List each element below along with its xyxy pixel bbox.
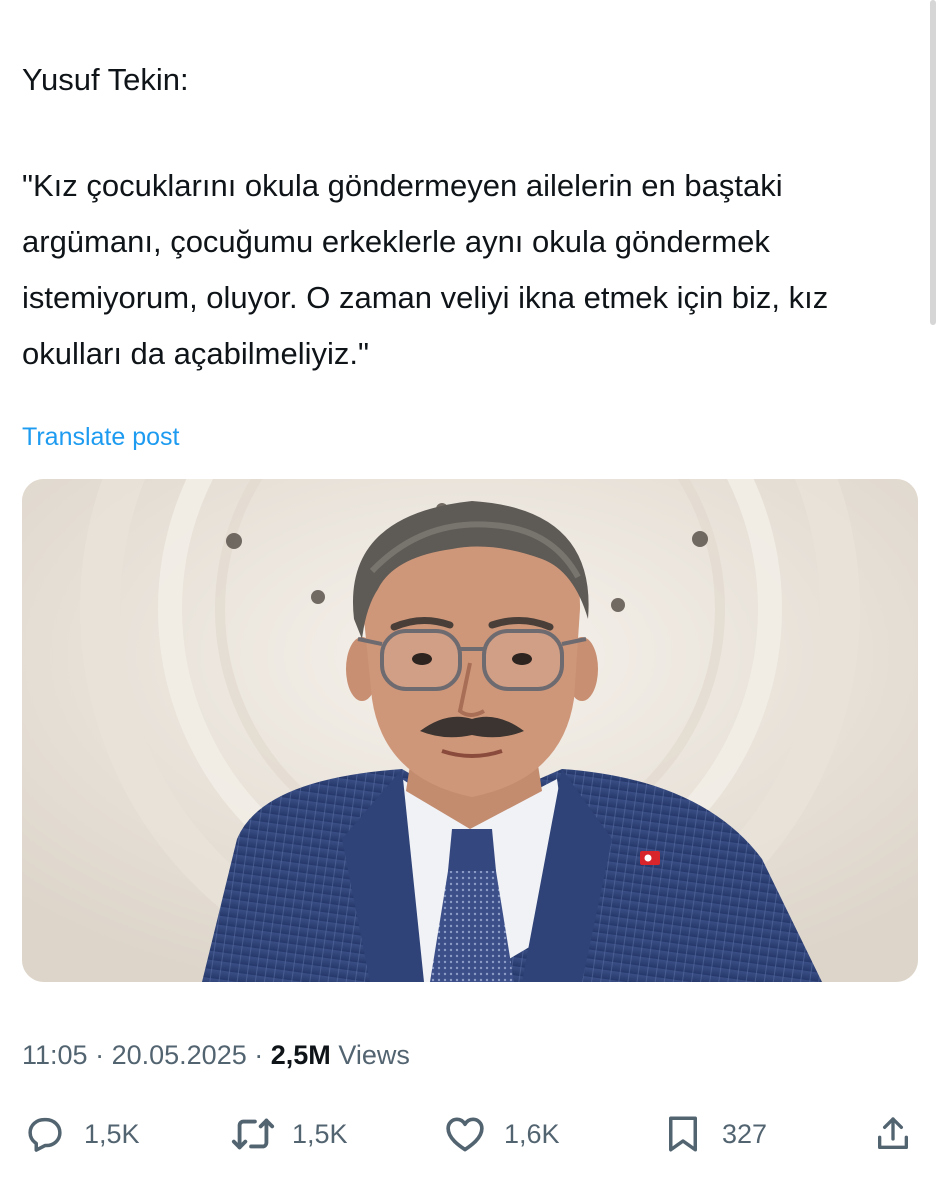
post-time[interactable]: 11:05 <box>22 1040 88 1070</box>
meta-separator: · <box>95 1040 105 1070</box>
repost-arrows-icon <box>230 1111 276 1157</box>
views-count: 2,5M <box>270 1040 331 1070</box>
bookmark-icon <box>660 1111 706 1157</box>
reply-bubble-icon <box>22 1111 68 1157</box>
portrait-photo <box>22 479 918 982</box>
reply-button[interactable]: 1,5K <box>22 1108 140 1160</box>
repost-button[interactable]: 1,5K <box>230 1108 348 1160</box>
post-date[interactable]: 20.05.2025 <box>112 1040 247 1070</box>
share-upload-icon <box>870 1111 916 1157</box>
like-count: 1,6K <box>504 1119 560 1149</box>
post-quote-text: "Kız çocuklarını okula göndermeyen ailel… <box>22 168 829 371</box>
share-button[interactable] <box>870 1108 916 1160</box>
post-media-photo[interactable] <box>22 479 918 982</box>
translate-post-link[interactable]: Translate post <box>22 420 179 454</box>
reply-count: 1,5K <box>84 1119 140 1149</box>
post-action-bar: 1,5K 1,5K 1,6K 327 <box>0 1108 939 1160</box>
post-author-line: Yusuf Tekin: <box>22 62 189 97</box>
meta-separator: · <box>254 1040 264 1070</box>
heart-icon <box>442 1111 488 1157</box>
post-meta-line: 11:05 · 20.05.2025 · 2,5M Views <box>22 1036 410 1074</box>
repost-count: 1,5K <box>292 1119 348 1149</box>
bookmark-count: 327 <box>722 1119 768 1149</box>
views-label[interactable]: Views <box>338 1040 410 1070</box>
bookmark-button[interactable]: 327 <box>660 1108 767 1160</box>
page-scrollbar[interactable] <box>930 0 936 325</box>
like-button[interactable]: 1,6K <box>442 1108 560 1160</box>
